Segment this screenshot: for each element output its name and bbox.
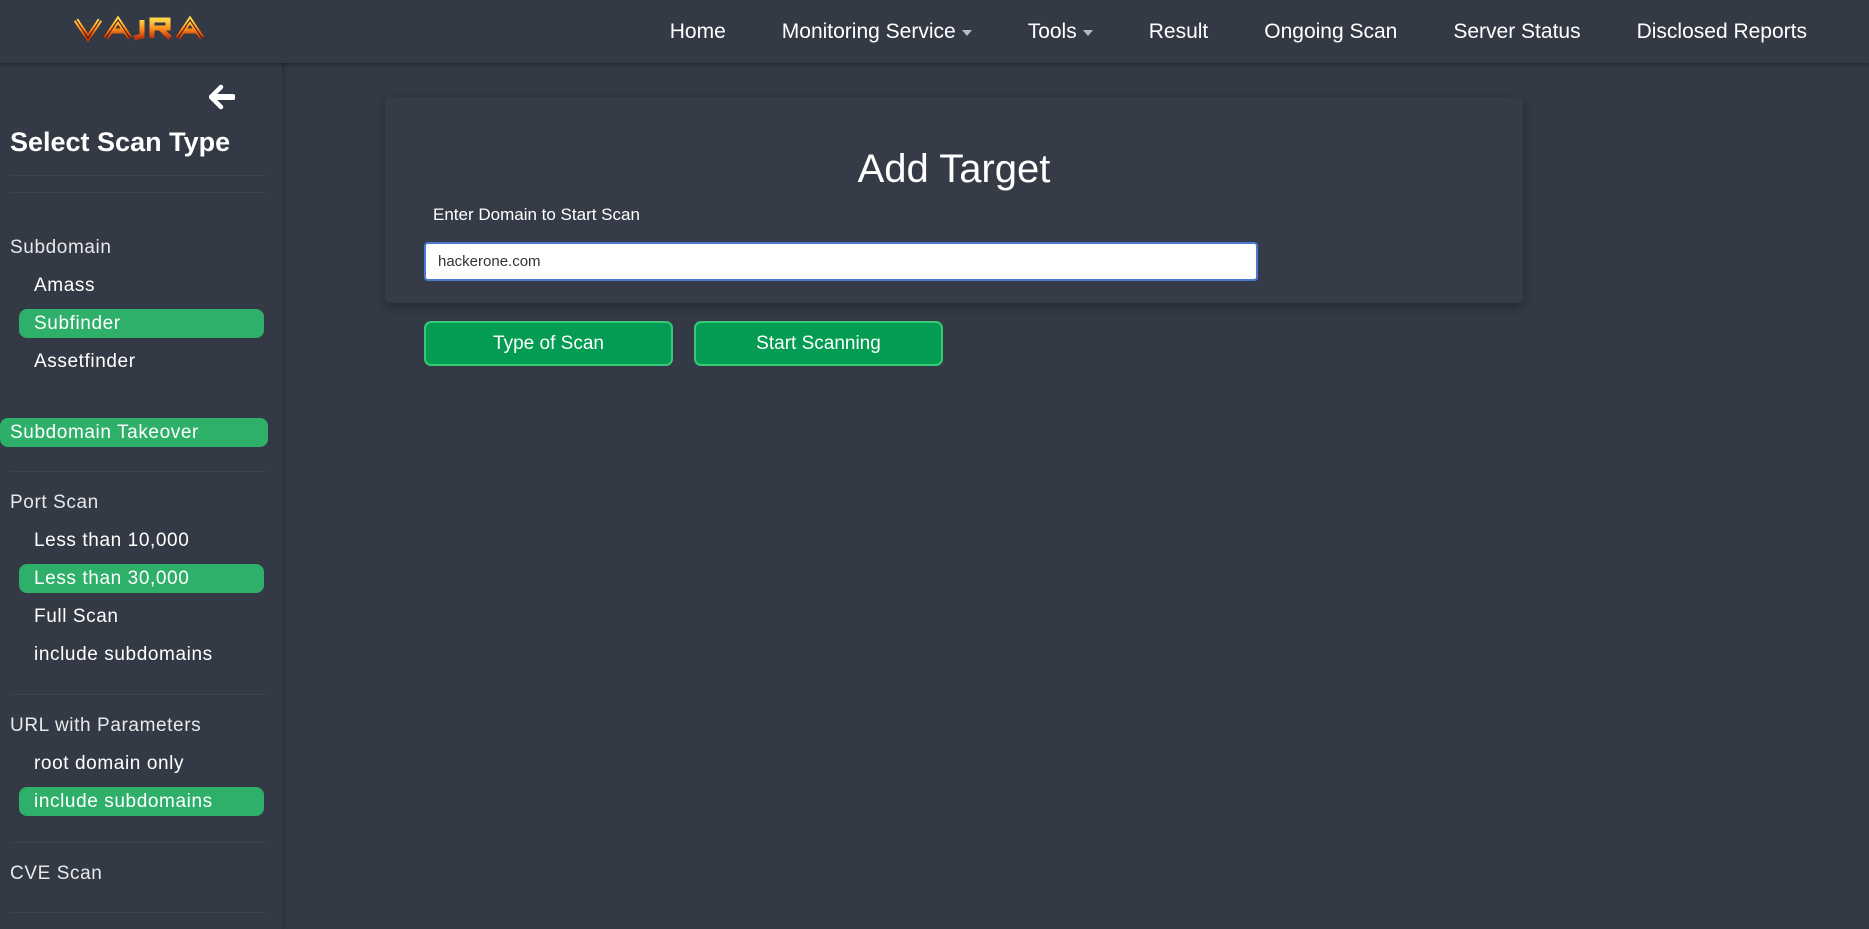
domain-input-label: Enter Domain to Start Scan	[433, 205, 640, 224]
sidebar-header-subdomain: Subdomain	[10, 237, 112, 258]
sidebar-item-less-than-10000[interactable]: Less than 10,000	[34, 530, 189, 552]
start-scanning-button[interactable]: Start Scanning	[694, 321, 943, 366]
sidebar-header-port-scan: Port Scan	[10, 492, 99, 513]
nav-result-label: Result	[1148, 19, 1209, 43]
sidebar-header-url-parameters: URL with Parameters	[10, 715, 202, 736]
nav-home-label: Home	[669, 19, 726, 43]
nav-links: Home Monitoring Service Tools Result Ong…	[614, 0, 1807, 63]
divider	[10, 842, 266, 843]
nav-ongoing-scan[interactable]: Ongoing Scan	[1264, 20, 1397, 44]
nav-server-status[interactable]: Server Status	[1453, 20, 1580, 44]
nav-tools-label: Tools	[1027, 19, 1077, 43]
sidebar-item-label: include subdomains	[34, 790, 213, 812]
sidebar-item-subfinder[interactable]: Subfinder	[19, 309, 264, 338]
nav-disclosed-reports-label: Disclosed Reports	[1636, 19, 1807, 43]
sidebar-item-subdomain-takeover[interactable]: Subdomain Takeover	[0, 418, 268, 447]
sidebar-item-amass[interactable]: Amass	[34, 275, 95, 297]
caret-down-icon	[961, 29, 972, 36]
sidebar-item-port-include-subdomains[interactable]: include subdomains	[34, 644, 213, 666]
nav-result[interactable]: Result	[1149, 20, 1209, 44]
sidebar-item-assetfinder[interactable]: Assetfinder	[34, 351, 136, 373]
sidebar-item-label: Subdomain Takeover	[10, 421, 199, 443]
sidebar-item-label: Less than 30,000	[34, 567, 190, 589]
divider	[10, 192, 266, 193]
sidebar-item-full-scan[interactable]: Full Scan	[34, 606, 119, 628]
top-navbar: Home Monitoring Service Tools Result Ong…	[0, 0, 1869, 63]
nav-monitoring-service[interactable]: Monitoring Service	[782, 20, 972, 44]
divider	[10, 694, 266, 695]
logo-wordmark	[73, 15, 205, 43]
vajra-logo[interactable]	[72, 12, 218, 44]
divider	[10, 471, 266, 472]
sidebar-header-cve-scan[interactable]: CVE Scan	[10, 863, 102, 885]
type-of-scan-button[interactable]: Type of Scan	[424, 321, 673, 366]
domain-input[interactable]	[424, 242, 1258, 281]
nav-home[interactable]: Home	[670, 20, 726, 44]
sidebar-item-url-include-subdomains[interactable]: include subdomains	[19, 787, 264, 816]
nav-server-status-label: Server Status	[1453, 19, 1581, 43]
page-title: Add Target	[857, 147, 1051, 191]
divider	[10, 175, 266, 176]
nav-monitoring-service-label: Monitoring Service	[781, 19, 956, 43]
nav-ongoing-scan-label: Ongoing Scan	[1264, 19, 1398, 43]
nav-disclosed-reports[interactable]: Disclosed Reports	[1637, 20, 1807, 44]
sidebar-item-label: Subfinder	[34, 312, 121, 334]
sidebar-item-root-domain-only[interactable]: root domain only	[34, 753, 184, 775]
nav-tools[interactable]: Tools	[1028, 20, 1093, 44]
scan-type-sidebar: Select Scan Type Subdomain Amass Subfind…	[0, 63, 283, 929]
caret-down-icon	[1082, 29, 1093, 36]
sidebar-item-less-than-30000[interactable]: Less than 30,000	[19, 564, 264, 593]
arrow-left-icon[interactable]	[208, 84, 236, 110]
add-target-card: Add Target Enter Domain to Start Scan	[385, 97, 1523, 303]
divider	[10, 912, 266, 913]
sidebar-title: Select Scan Type	[10, 127, 231, 157]
